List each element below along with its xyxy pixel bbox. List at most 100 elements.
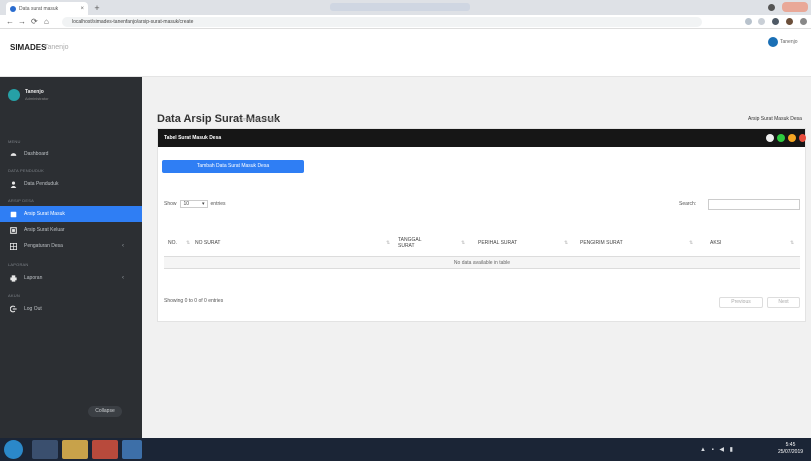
chevron-left-icon: ‹: [122, 275, 124, 281]
home-button[interactable]: ⌂: [44, 17, 49, 27]
profile-role: Administrator: [25, 96, 49, 101]
favicon-icon: [10, 5, 16, 12]
tab-title: Data surat masuk: [19, 5, 59, 12]
sidebar-item-arsip-surat-keluar[interactable]: Arsip Surat Keluar: [0, 222, 142, 238]
reload-button[interactable]: ⟳: [31, 17, 38, 27]
chrome-taskbar-icon[interactable]: [92, 440, 118, 459]
window-title-bar: [330, 3, 470, 11]
user-icon: [10, 181, 17, 188]
column-header-tanggal-surat[interactable]: TANGGAL SURAT: [398, 229, 443, 257]
profile-name: Tanenjo: [25, 89, 44, 95]
minimize-icon[interactable]: [766, 134, 774, 142]
close-icon[interactable]: [799, 134, 806, 142]
column-header-no-surat[interactable]: NO SURAT: [195, 229, 395, 257]
entries-select-value: 10: [183, 201, 190, 207]
sidebar-item-dashboard[interactable]: Dashboard: [0, 146, 142, 162]
sidebar-item-pengaturan-desa[interactable]: Pengaturan Desa ‹: [0, 238, 142, 254]
start-button[interactable]: [4, 440, 23, 459]
inbox-icon: [10, 211, 17, 218]
sort-icon: ⇅: [186, 240, 191, 246]
sidebar-item-arsip-surat-masuk[interactable]: Arsip Surat Masuk: [0, 206, 142, 222]
user-avatar[interactable]: [768, 37, 778, 47]
bookmark-icon[interactable]: [745, 18, 752, 25]
print-icon: [10, 274, 17, 282]
extension-icon[interactable]: [772, 18, 779, 25]
sort-icon: ⇅: [386, 240, 391, 246]
expand-icon[interactable]: [777, 134, 785, 142]
show-label: Show: [164, 201, 177, 207]
brand-subtitle: Tanenjo: [44, 44, 69, 51]
window-controls[interactable]: [782, 2, 808, 12]
table-info: Showing 0 to 0 of 0 entries: [164, 298, 224, 304]
sidebar-item-data-penduduk[interactable]: Data Penduduk: [0, 176, 142, 192]
sidebar-section-header: ARSIP DESA: [8, 198, 34, 203]
new-tab-button[interactable]: +: [92, 3, 102, 13]
sort-icon: ⇅: [689, 240, 694, 246]
sidebar: Tanenjo Administrator MENU Dashboard DAT…: [0, 77, 142, 438]
sidebar-item-label: Log Out: [24, 306, 42, 312]
browser-tab-strip: Data surat masuk × +: [0, 0, 811, 15]
os-taskbar: ▲ ▪ ◀ ▮ 5:45 25/07/2019: [0, 438, 811, 461]
table-empty-row: No data available in table: [164, 257, 800, 269]
outbox-icon: [10, 226, 17, 234]
profile-icon[interactable]: [768, 4, 775, 11]
sidebar-item-label: Dashboard: [24, 151, 49, 157]
search-input[interactable]: [708, 199, 800, 210]
avatar-icon[interactable]: [786, 18, 793, 25]
sidebar-item-logout[interactable]: Log Out: [0, 301, 142, 317]
sidebar-section-header: DATA PENDUDUK: [8, 168, 45, 173]
dashboard-icon: [10, 151, 17, 158]
entries-length-control: Show 10 ▾ entries: [164, 200, 226, 208]
sidebar-item-label: Arsip Surat Keluar: [24, 227, 65, 233]
brand-logo[interactable]: SIMADES: [10, 43, 46, 52]
extension-icon[interactable]: [758, 18, 765, 25]
add-surat-masuk-button[interactable]: Tambah Data Surat Masuk Desa: [162, 160, 304, 173]
app-navbar: SIMADES Tanenjo Tanenjo: [0, 29, 811, 77]
address-bar[interactable]: localhost/simades-tanenfanjo/arsip-surat…: [62, 17, 702, 27]
user-menu[interactable]: Tanenjo: [780, 39, 798, 45]
card-header: Tabel Surat Masuk Desa: [158, 129, 806, 147]
sidebar-profile: Tanenjo Administrator: [8, 89, 49, 101]
chevron-down-icon: ▾: [202, 201, 205, 207]
sort-icon: ⇅: [790, 240, 795, 246]
previous-page-button[interactable]: Previous: [719, 297, 763, 308]
page-subtitle: Simades Tanenjo: [238, 117, 277, 123]
entries-select[interactable]: 10 ▾: [179, 200, 208, 208]
browser-tab[interactable]: Data surat masuk ×: [6, 2, 88, 15]
table-icon: [10, 242, 17, 250]
sidebar-section-header: MENU: [8, 139, 21, 144]
explorer-taskbar-icon[interactable]: [32, 440, 58, 459]
taskbar-clock[interactable]: 5:45 25/07/2019: [778, 442, 803, 456]
sidebar-collapse-button[interactable]: Collapse: [88, 406, 122, 417]
column-header-aksi[interactable]: AKSI: [710, 229, 770, 257]
sidebar-item-label: Pengaturan Desa: [24, 243, 63, 249]
card-title: Tabel Surat Masuk Desa: [164, 135, 222, 141]
data-card: Tabel Surat Masuk Desa Tambah Data Surat…: [157, 128, 806, 322]
sort-icon: ⇅: [564, 240, 569, 246]
sidebar-item-label: Laporan: [24, 275, 43, 281]
sidebar-item-label: Arsip Surat Masuk: [24, 211, 65, 217]
sort-icon: ⇅: [461, 240, 466, 246]
back-button[interactable]: ←: [6, 17, 14, 27]
app-taskbar-icon[interactable]: [122, 440, 142, 459]
avatar: [8, 89, 20, 101]
sidebar-section-header: AKUN: [8, 293, 20, 298]
column-header-pengirim-surat[interactable]: PENGIRIM SURAT: [580, 229, 670, 257]
system-tray[interactable]: ▲ ▪ ◀ ▮: [700, 446, 735, 453]
menu-icon[interactable]: [800, 18, 807, 25]
chevron-left-icon: ‹: [122, 243, 124, 249]
sidebar-item-label: Data Penduduk: [24, 181, 59, 187]
entries-label: entries: [210, 201, 226, 207]
table-header-row: NO. ⇅ NO SURAT ⇅ TANGGAL SURAT ⇅ PERIHAL…: [164, 229, 800, 257]
forward-button[interactable]: →: [18, 17, 26, 27]
folder-taskbar-icon[interactable]: [62, 440, 88, 459]
sidebar-item-laporan[interactable]: Laporan ‹: [0, 270, 142, 286]
sidebar-section-header: LAPORAN: [8, 262, 29, 267]
breadcrumb[interactable]: Arsip Surat Masuk Desa: [748, 116, 802, 122]
tab-close-icon[interactable]: ×: [80, 6, 84, 12]
refresh-icon[interactable]: [788, 134, 796, 142]
column-header-perihal-surat[interactable]: PERIHAL SURAT: [478, 229, 558, 257]
browser-toolbar: ← → ⟳ ⌂ localhost/simades-tanenfanjo/ars…: [0, 15, 811, 29]
next-page-button[interactable]: Next: [767, 297, 800, 308]
search-label: Search:: [679, 201, 697, 207]
